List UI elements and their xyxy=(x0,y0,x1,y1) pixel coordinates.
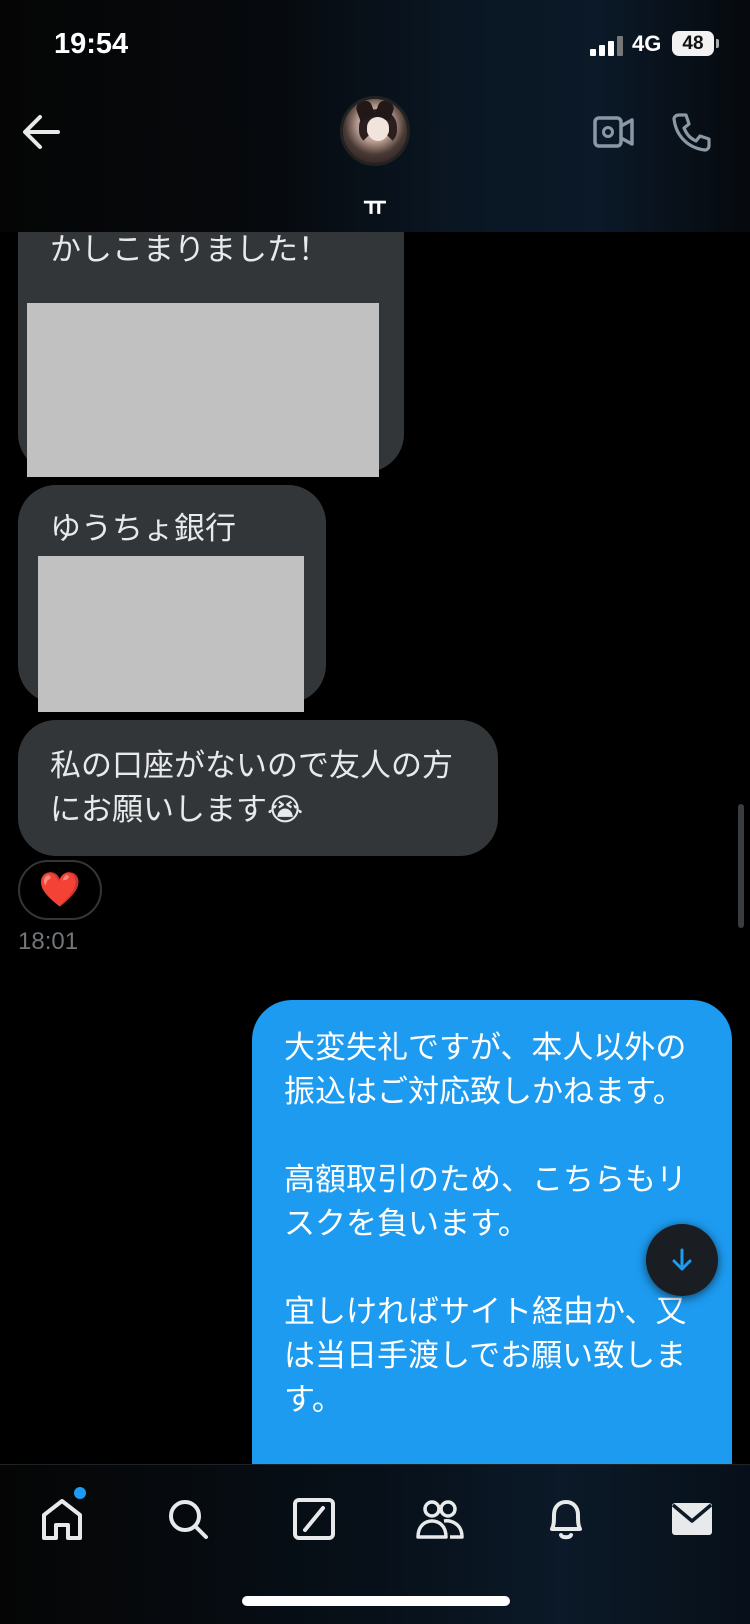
scroll-to-bottom-button[interactable] xyxy=(646,1224,718,1296)
message-text: かしこまりました！ xyxy=(50,232,329,268)
heart-reaction[interactable]: ❤️ xyxy=(18,860,102,920)
back-arrow-icon xyxy=(23,115,60,149)
message-text: 私の口座がないので友人の方にお願いします😭 xyxy=(50,748,453,828)
avatar[interactable] xyxy=(340,96,410,166)
status-time: 19:54 xyxy=(54,28,129,60)
arrow-down-icon xyxy=(672,1248,692,1271)
received-message-bubble[interactable]: 私の口座がないので友人の方にお願いします😭 xyxy=(18,720,498,856)
phone-call-button[interactable] xyxy=(670,110,714,154)
nav-home[interactable] xyxy=(34,1491,90,1547)
conversation-header: 19:54 4G 48 ㅠ xyxy=(0,0,750,232)
nav-search[interactable] xyxy=(160,1491,216,1547)
communities-icon xyxy=(416,1500,464,1539)
search-icon xyxy=(169,1500,208,1539)
grok-icon xyxy=(293,1498,335,1540)
nav-messages[interactable] xyxy=(664,1491,720,1547)
network-type: 4G xyxy=(632,31,662,56)
notification-dot xyxy=(74,1487,86,1499)
home-indicator[interactable] xyxy=(242,1596,510,1606)
message-text: ゆうちょ銀行 xyxy=(50,511,236,547)
battery-tip xyxy=(716,39,719,48)
back-button[interactable] xyxy=(20,112,64,152)
home-icon xyxy=(42,1499,82,1540)
scrollbar[interactable] xyxy=(738,804,744,928)
message-timestamp: 18:01 xyxy=(18,928,79,955)
redacted-image xyxy=(38,556,304,712)
battery-icon: 48 xyxy=(672,31,714,56)
video-call-button[interactable] xyxy=(592,112,636,152)
bell-icon xyxy=(550,1500,582,1540)
video-icon xyxy=(593,116,634,148)
redacted-image xyxy=(27,303,379,477)
nav-notifications[interactable] xyxy=(538,1491,594,1547)
nav-communities[interactable] xyxy=(412,1491,468,1547)
mail-icon xyxy=(671,1503,713,1535)
username[interactable]: ㅠ xyxy=(0,186,750,223)
phone-icon xyxy=(672,113,711,152)
nav-grok[interactable] xyxy=(286,1491,342,1547)
signal-icon xyxy=(590,36,624,56)
